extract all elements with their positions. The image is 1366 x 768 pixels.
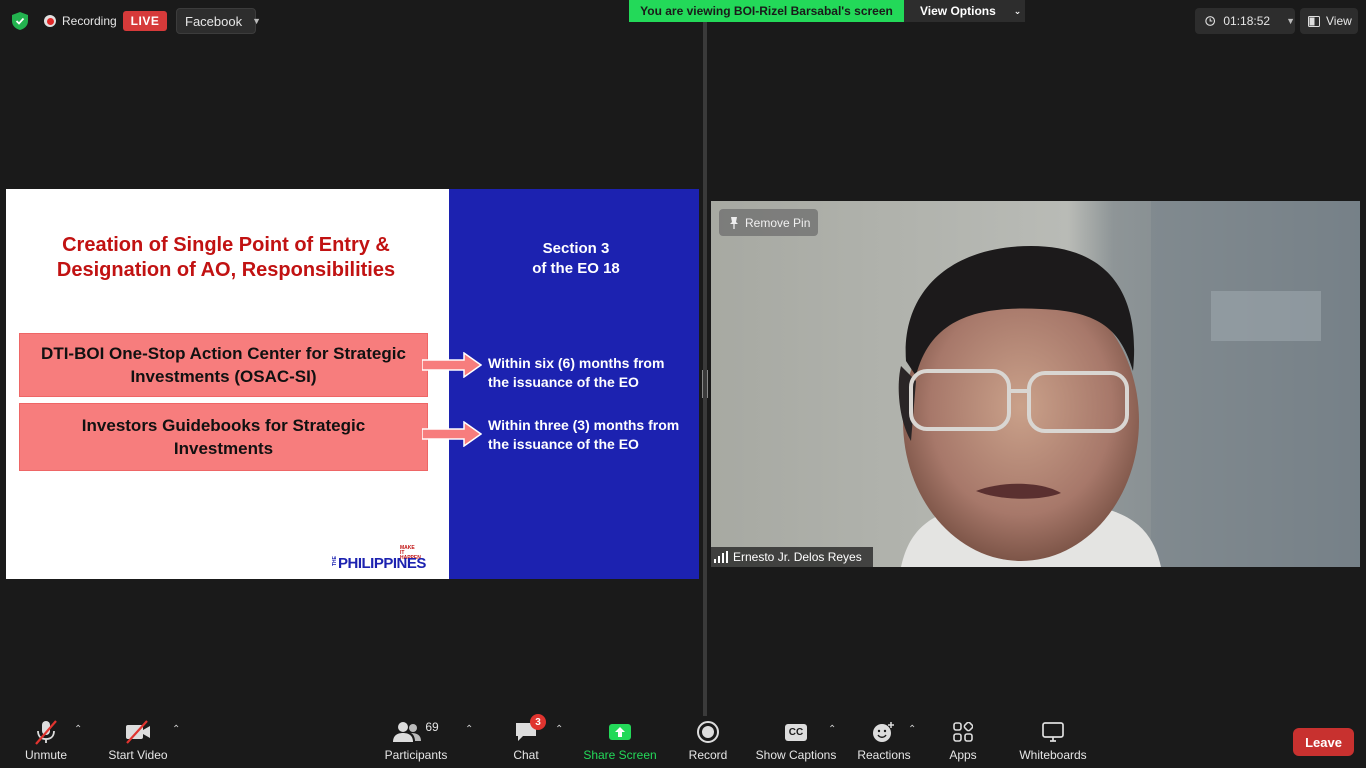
apps-label: Apps (949, 748, 977, 762)
slide-title: Creation of Single Point of Entry & Desi… (26, 233, 426, 283)
participants-count: 69 (425, 720, 439, 734)
reactions-smiley-icon (872, 718, 896, 746)
chat-unread-badge: 3 (530, 714, 546, 730)
timeline-text-1: Within six (6) months from the issuance … (488, 354, 698, 392)
guidebooks-box-line: Investors Guidebooks for Strategic (81, 416, 366, 435)
video-options-caret-icon[interactable]: ⌃ (172, 724, 180, 735)
participants-icon: 69 (393, 718, 439, 746)
chat-options-caret-icon[interactable]: ⌃ (555, 724, 563, 735)
arrow-right-icon (422, 421, 482, 447)
participant-name-tag: Ernesto Jr. Delos Reyes (711, 547, 873, 567)
participant-video[interactable] (711, 201, 1360, 567)
chevron-down-icon: ▼ (1286, 16, 1295, 26)
shared-screen: Creation of Single Point of Entry & Desi… (6, 189, 699, 579)
reactions-label: Reactions (857, 748, 911, 762)
chat-button[interactable]: 3 Chat (510, 714, 546, 766)
cc-icon-text: CC (784, 723, 808, 741)
show-captions-label: Show Captions (755, 748, 837, 762)
share-screen-button[interactable]: Share Screen (583, 718, 657, 766)
whiteboards-label: Whiteboards (1019, 748, 1087, 762)
recording-indicator[interactable]: Recording (44, 12, 117, 30)
stream-target-dropdown[interactable]: Facebook ▼ (176, 8, 261, 34)
view-label: View (1326, 14, 1352, 28)
timer-value: 01:18:52 (1223, 14, 1271, 28)
show-captions-button[interactable]: CC Show Captions (756, 718, 836, 766)
participants-options-caret-icon[interactable]: ⌃ (465, 724, 473, 735)
chevron-down-icon: ⌄ (1013, 5, 1022, 16)
participant-video-frame (711, 201, 1360, 567)
view-button[interactable]: View (1300, 8, 1358, 34)
whiteboards-button[interactable]: Whiteboards (1016, 718, 1090, 766)
guidebooks-box: Investors Guidebooks for Strategic Inves… (19, 403, 428, 471)
whiteboard-icon (1042, 718, 1064, 746)
logo-text: PHILIPPINES (338, 555, 426, 572)
view-options-label: View Options (920, 4, 996, 18)
chat-label: Chat (513, 748, 539, 762)
recording-label: Recording (62, 14, 117, 28)
record-label: Record (688, 748, 728, 762)
security-shield-icon[interactable] (12, 12, 28, 30)
timeline-line: the issuance of the EO (488, 436, 639, 452)
pin-icon (730, 216, 738, 229)
recording-icon (44, 15, 56, 27)
start-video-label: Start Video (108, 748, 168, 762)
microphone-muted-icon (33, 718, 59, 746)
chevron-down-icon: ▼ (252, 16, 262, 26)
arrow-right-icon (422, 352, 482, 378)
guidebooks-box-line: Investments (173, 439, 274, 458)
captions-options-caret-icon[interactable]: ⌃ (828, 724, 836, 735)
chat-icon: 3 (514, 714, 546, 746)
audio-options-caret-icon[interactable]: ⌃ (74, 724, 82, 735)
clock-icon (1205, 16, 1216, 26)
divider-drag-handle[interactable] (702, 370, 708, 398)
section-title-line: of the EO 18 (532, 260, 620, 277)
live-badge[interactable]: LIVE (123, 11, 167, 31)
view-options-button[interactable]: View Options ⌄ (904, 0, 1025, 22)
unmute-button[interactable]: Unmute (18, 718, 74, 766)
timeline-line: Within six (6) months from (488, 355, 665, 371)
apps-icon (953, 718, 973, 746)
record-button[interactable]: Record (688, 718, 728, 766)
philippines-logo: THE MAKE IT HAPPEN PHILIPPINES (332, 545, 426, 573)
apps-button[interactable]: Apps (945, 718, 981, 766)
share-screen-label: Share Screen (583, 748, 657, 762)
osac-box-line: DTI-BOI One-Stop Action Center for Strat… (41, 344, 406, 363)
timeline-text-2: Within three (3) months from the issuanc… (488, 416, 698, 454)
osac-box-line: Investments (OSAC-SI) (130, 367, 317, 386)
section-title: Section 3 of the EO 18 (476, 239, 676, 279)
closed-captions-icon: CC (784, 718, 808, 746)
reactions-button[interactable]: Reactions (856, 718, 912, 766)
remove-pin-button[interactable]: Remove Pin (719, 209, 818, 236)
meeting-timer[interactable]: 01:18:52 ▼ (1195, 8, 1295, 34)
slide-title-line: Designation of AO, Responsibilities (56, 259, 396, 281)
panel-divider[interactable] (703, 22, 707, 716)
remove-pin-label: Remove Pin (745, 215, 811, 230)
slide-title-line: Creation of Single Point of Entry & (62, 234, 390, 256)
section-title-line: Section 3 (542, 240, 610, 257)
participants-label: Participants (384, 748, 448, 762)
timeline-line: Within three (3) months from (488, 417, 680, 433)
participants-button[interactable]: 69 Participants (383, 718, 449, 766)
viewing-screen-banner: You are viewing BOI-Rizel Barsabal's scr… (629, 0, 904, 22)
participant-name: Ernesto Jr. Delos Reyes (733, 550, 862, 564)
leave-button[interactable]: Leave (1293, 728, 1354, 756)
osac-box: DTI-BOI One-Stop Action Center for Strat… (19, 333, 428, 397)
record-icon (697, 718, 719, 746)
reactions-options-caret-icon[interactable]: ⌃ (908, 724, 916, 735)
video-off-icon (124, 718, 152, 746)
signal-strength-icon (714, 551, 728, 563)
timeline-line: the issuance of the EO (488, 374, 639, 390)
view-grid-icon (1308, 15, 1320, 27)
unmute-label: Unmute (24, 748, 68, 762)
start-video-button[interactable]: Start Video (104, 718, 172, 766)
stream-target-label: Facebook (185, 13, 243, 29)
share-screen-icon (608, 718, 632, 746)
